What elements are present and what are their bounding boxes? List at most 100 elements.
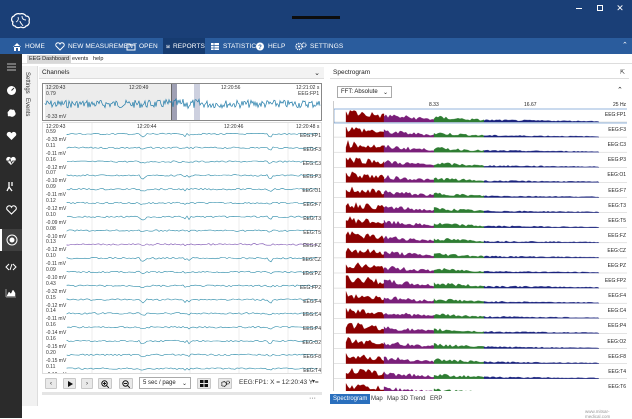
nav-open[interactable]: OPEN (126, 38, 158, 54)
fft-mode-select[interactable]: FFT: Absolute ⌄ (337, 86, 392, 98)
zoom-in-button[interactable] (98, 378, 112, 389)
spectrogram-channel-label[interactable]: EEG:T3 (596, 203, 626, 209)
channel-name-label[interactable]: EEG:CZ (289, 257, 321, 263)
vtab-settings[interactable]: Settings (24, 72, 30, 94)
detail-traces[interactable]: 12:20:43 12:20:44 12:20:46 12:20:48 s 0.… (42, 122, 322, 374)
vtab-events[interactable]: Events (24, 98, 30, 116)
spectrogram-collapse-icon[interactable]: ⌃ (617, 86, 623, 94)
channel-trace-line (67, 202, 317, 204)
spectrogram-channel-label[interactable]: EEG:T4 (596, 369, 626, 375)
more-options-button[interactable]: ··· (309, 395, 316, 402)
spectrogram-channel-label[interactable]: EEG:O1 (596, 172, 626, 178)
nav-reports[interactable]: REPORTS (163, 38, 205, 54)
channel-name-label[interactable]: EEG:O2 (289, 340, 321, 346)
rail-vessel[interactable] (0, 175, 22, 197)
spectrogram-channel-label[interactable]: EEG:C3 (596, 142, 626, 148)
timebase-select[interactable]: 5 sec / page ⌄ (139, 377, 191, 389)
spectrogram-channel-label[interactable]: EEG:FP2 (596, 278, 626, 284)
readout-unit-select[interactable]: ▾ (312, 378, 315, 385)
spectrogram-channel-label[interactable]: EEG:F7 (596, 188, 626, 194)
subnav-help[interactable]: help (93, 55, 103, 63)
rail-dashboard[interactable] (0, 79, 22, 101)
rail-target[interactable] (0, 229, 22, 251)
minimize-button[interactable] (574, 3, 584, 13)
pin-icon[interactable]: ⇱ (620, 69, 625, 76)
spectrogram-channel-label[interactable]: EEG:FZ (596, 233, 626, 239)
folder-icon (126, 42, 136, 51)
spectrogram-tab[interactable]: Spectrogram (330, 394, 370, 404)
rail-heart-outline[interactable] (0, 199, 22, 221)
spectrogram-area[interactable]: 8.33 16.67 25 Hz EEG:FP1EEG:F3EEG:C3EEG:… (333, 101, 627, 391)
channel-name-label[interactable]: EEG:F4 (289, 299, 321, 305)
spectrogram-channel-label[interactable]: EEG:P3 (596, 157, 626, 163)
rail-menu[interactable] (0, 56, 22, 78)
channel-trace-line (67, 313, 317, 316)
home-icon (12, 42, 22, 51)
channel-name-label[interactable]: EEG:P4 (289, 326, 321, 332)
channel-name-label[interactable]: EEG:PZ (289, 271, 321, 277)
rail-heart-ecg[interactable] (0, 125, 22, 147)
close-button[interactable]: ✕ (615, 3, 625, 13)
spectrogram-scale-box (335, 276, 345, 281)
layout-button[interactable] (197, 378, 211, 389)
channels-title: Channels (42, 69, 69, 76)
nav-home[interactable]: HOME (12, 38, 45, 54)
window-drag-handle[interactable] (292, 16, 340, 19)
play-button[interactable] (63, 378, 76, 389)
maximize-button[interactable] (595, 3, 605, 13)
channel-name-label[interactable]: EEG:T3 (289, 216, 321, 222)
channel-name-label[interactable]: EEG:FP1 (289, 133, 321, 139)
channel-name-label[interactable]: EEG:C3 (289, 161, 321, 167)
nav-statistics[interactable]: STATISTICS (210, 38, 261, 54)
spectrogram-channel-label[interactable]: EEG:CZ (596, 248, 626, 254)
channels-collapse-icon[interactable]: ⌄ (314, 69, 320, 77)
spectrogram-channel-label[interactable]: EEG:FP1 (596, 112, 626, 118)
spectrogram-channel-label[interactable]: EEG:O2 (596, 339, 626, 345)
next-button[interactable]: › (81, 378, 93, 389)
spectrogram-channel-label[interactable]: EEG:T5 (596, 218, 626, 224)
spectrogram-band (346, 232, 384, 243)
spectrogram-channel-label[interactable]: EEG:P4 (596, 323, 626, 329)
spectrogram-band (434, 116, 484, 122)
channel-top-value: 0.09 (46, 184, 56, 190)
channel-settings-button[interactable] (218, 378, 232, 389)
spectrogram-tab[interactable]: Trend (407, 394, 428, 404)
spectrogram-channel-label[interactable]: EEG:PZ (596, 263, 626, 269)
overview-trace[interactable]: 12:20:43 0.79 12:20:49 12:20:56 12:21:02… (42, 83, 322, 121)
zoom-out-button[interactable] (119, 378, 133, 389)
rail-area-chart[interactable] (0, 282, 22, 304)
channel-name-label[interactable]: EEG:FP2 (289, 285, 321, 291)
spectrogram-channel-label[interactable]: EEG:T6 (596, 384, 626, 390)
nav-settings[interactable]: SETTINGS (295, 38, 343, 54)
prev-button[interactable]: ‹ (45, 378, 57, 389)
channel-name-label[interactable]: EEG:F7 (289, 202, 321, 208)
spectrogram-channel-label[interactable]: EEG:C4 (596, 308, 626, 314)
channels-scrollbar[interactable] (42, 392, 322, 395)
channel-name-label[interactable]: EEG:F8 (289, 354, 321, 360)
channel-name-label[interactable]: EEG:T5 (289, 230, 321, 236)
nav-help[interactable]: ? HELP (255, 38, 285, 54)
spectrogram-tab[interactable]: ERP (427, 394, 445, 404)
spectrogram-channel-label[interactable]: EEG:F3 (596, 127, 626, 133)
channel-name-label[interactable]: EEG:F3 (289, 147, 321, 153)
spectrogram-scale-box (335, 125, 345, 130)
overview-waveform (43, 84, 323, 120)
channel-name-label[interactable]: EEG:T4 (289, 368, 321, 374)
channel-name-label[interactable]: EEG:C4 (289, 312, 321, 318)
subnav-events[interactable]: events (72, 55, 88, 63)
subnav-eeg-dashboard[interactable]: EEG Dashboard (27, 55, 71, 63)
channel-top-value: 0.16 (46, 336, 56, 342)
channel-name-label[interactable]: EEG:P3 (289, 174, 321, 180)
spectrogram-channel-label[interactable]: EEG:F4 (596, 293, 626, 299)
rail-heart-pulse[interactable] (0, 150, 22, 172)
nav-collapse-arrow[interactable]: ⌃ (622, 41, 628, 49)
channel-name-label[interactable]: EEG:O1 (289, 188, 321, 194)
rail-brain[interactable] (0, 102, 22, 124)
spectrogram-band (346, 172, 384, 183)
rail-code[interactable] (0, 256, 22, 278)
spectrogram-channel-label[interactable]: EEG:F8 (596, 354, 626, 360)
channel-top-value: 0.10 (46, 253, 56, 259)
nav-home-label: HOME (25, 43, 45, 50)
channel-name-label[interactable]: EEG:FZ (289, 243, 321, 249)
nav-new-measurement[interactable]: NEW MEASUREMENT (55, 38, 137, 54)
